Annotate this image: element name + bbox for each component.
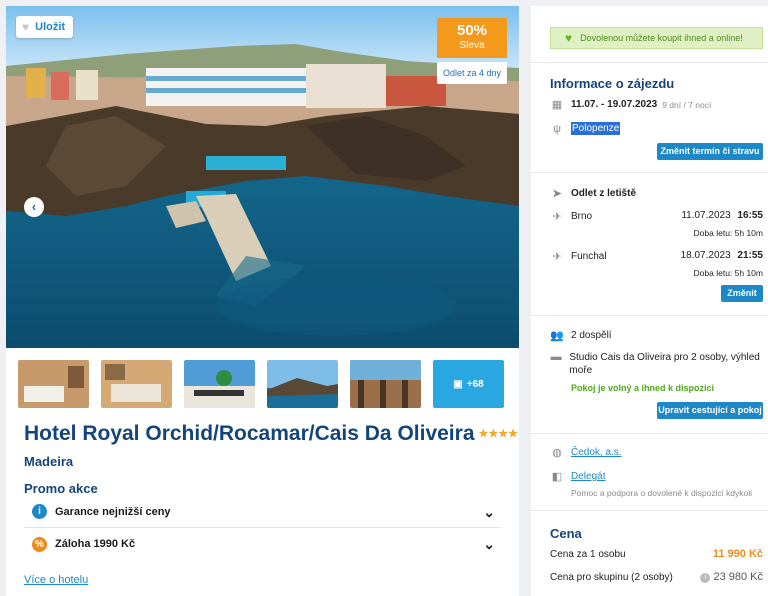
promo-item-price-guarantee[interactable]: i Garance nejnižší ceny ⌄: [24, 496, 501, 528]
hotel-name: Hotel Royal Orchid/Rocamar/Cais Da Olive…: [24, 422, 475, 445]
return-date: 18.07.2023: [680, 250, 731, 261]
price-group-value: 23 980 Kč: [713, 571, 763, 583]
more-photos-count: +68: [466, 378, 484, 390]
divider: [531, 510, 768, 511]
change-flight-button[interactable]: Změnit: [721, 285, 763, 302]
board-type-value: Polopenze: [571, 122, 621, 135]
outbound-time: 16:55: [737, 210, 763, 221]
trip-duration: 9 dní / 7 nocí: [662, 99, 712, 110]
trip-dates: ▦ 11.07. - 19.07.2023 9 dní / 7 nocí: [550, 98, 712, 111]
edit-travellers-room-button[interactable]: Upravit cestující a pokoj: [657, 402, 763, 419]
thumbnail-photo[interactable]: [184, 360, 255, 408]
divider: [531, 315, 768, 316]
outbound-duration: Doba letu: 5h 10m: [693, 228, 763, 238]
departure-badge: Odlet za 4 dny: [437, 62, 507, 84]
price-info-icon[interactable]: i: [700, 573, 711, 583]
thumbnail-strip: ▣ +68: [18, 360, 504, 408]
discount-label: Sleva: [459, 40, 485, 51]
travellers-row: 👥 2 dospělí: [550, 329, 612, 342]
bed-icon: ▬: [550, 351, 562, 363]
price-group-value-wrap: i 23 980 Kč: [700, 571, 763, 583]
booking-sidebar: ♥ Dovolenou můžete koupit ihned a online…: [531, 6, 768, 596]
thumbnail-photo[interactable]: [18, 360, 89, 408]
delegate-note: Pomoc a podpora o dovolené k dispozici k…: [571, 488, 752, 498]
more-photos-button[interactable]: ▣ +68: [433, 360, 504, 408]
flight-title: Odlet z letiště: [571, 188, 637, 199]
delegate-row: ◧ Delegát: [550, 470, 606, 483]
globe-icon: ◍: [552, 447, 562, 459]
price-group-label: Cena pro skupinu (2 osoby): [550, 572, 673, 583]
chevron-down-icon[interactable]: ⌄: [483, 504, 495, 521]
hotel-region: Madeira: [24, 454, 74, 469]
discount-badge: 50% Sleva: [437, 18, 507, 58]
previous-photo-button[interactable]: ‹: [24, 197, 44, 217]
banner-text: Dovolenou můžete koupit ihned a online!: [580, 33, 743, 43]
thumbnail-photo[interactable]: [267, 360, 338, 408]
room-row: ▬ Studio Cais da Oliveira pro 2 osoby, v…: [550, 351, 760, 377]
departure-plane-icon: ✈: [552, 211, 562, 223]
people-icon: 👥: [550, 330, 564, 342]
trip-dates-value: 11.07. - 19.07.2023: [571, 99, 658, 110]
return-duration: Doba letu: 5h 10m: [693, 268, 763, 278]
operator-link[interactable]: Čedok, a.s.: [571, 447, 622, 458]
operator-row: ◍ Čedok, a.s.: [550, 446, 622, 459]
hotel-detail-panel: ♥ Uložit 50% Sleva Odlet za 4 dny ‹ ▣ +6…: [6, 6, 519, 596]
return-time: 21:55: [737, 250, 763, 261]
chevron-down-icon[interactable]: ⌄: [483, 536, 495, 553]
save-label: Uložit: [35, 21, 66, 33]
heart-icon: ♥: [22, 20, 30, 34]
star-rating: ★★★★: [478, 428, 518, 440]
divider: [531, 172, 768, 173]
percent-icon: %: [32, 536, 47, 552]
promo-item-label: Záloha 1990 Kč: [55, 538, 136, 550]
heart-icon: ♥: [565, 31, 573, 45]
info-icon: i: [32, 504, 47, 519]
room-name: Studio Cais da Oliveira pro 2 osoby, výh…: [569, 352, 760, 376]
thumbnail-photo[interactable]: [101, 360, 172, 408]
cutlery-icon: ψ: [553, 122, 561, 135]
delegate-icon: ◧: [551, 471, 563, 483]
delegate-link[interactable]: Delegát: [571, 471, 605, 482]
return-flight: ✈ Funchal: [550, 250, 607, 263]
divider: [531, 433, 768, 434]
promo-item-deposit[interactable]: % Záloha 1990 Kč ⌄: [24, 528, 501, 560]
more-about-hotel-link[interactable]: Více o hotelu: [24, 574, 88, 586]
trip-info-title: Informace o zájezdu: [550, 76, 675, 91]
board-type: ψ Polopenze: [550, 122, 621, 135]
outbound-datetime: 11.07.2023 16:55: [681, 210, 763, 221]
return-datetime: 18.07.2023 21:55: [681, 250, 763, 261]
outbound-flight: ✈ Brno: [550, 210, 592, 223]
discount-percent: 50%: [456, 22, 488, 39]
hotel-title: Hotel Royal Orchid/Rocamar/Cais Da Olive…: [24, 422, 518, 446]
room-availability: Pokoj je volný a ihned k dispozici: [571, 383, 715, 393]
travellers-count: 2 dospělí: [571, 330, 612, 341]
gallery-icon: ▣: [453, 378, 463, 390]
online-purchase-banner: ♥ Dovolenou můžete koupit ihned a online…: [550, 27, 763, 49]
price-per-person-value: 11 990 Kč: [712, 548, 763, 560]
return-city: Funchal: [571, 251, 607, 262]
hero-photo[interactable]: ♥ Uložit 50% Sleva Odlet za 4 dny ‹: [6, 6, 519, 348]
change-date-board-button[interactable]: Změnit termín či stravu: [657, 143, 763, 160]
calendar-icon: ▦: [551, 99, 563, 111]
divider: [531, 62, 768, 63]
flight-title-row: ➤ Odlet z letiště: [550, 187, 636, 200]
outbound-date: 11.07.2023: [681, 210, 731, 221]
promo-item-label: Garance nejnižší ceny: [55, 505, 171, 518]
price-title: Cena: [550, 526, 582, 541]
thumbnail-photo[interactable]: [350, 360, 421, 408]
promo-title: Promo akce: [24, 481, 98, 496]
price-per-person-label: Cena za 1 osobu: [550, 549, 626, 560]
outbound-city: Brno: [571, 211, 593, 222]
plane-icon: ➤: [552, 188, 562, 200]
arrival-plane-icon: ✈: [552, 251, 562, 263]
save-button[interactable]: ♥ Uložit: [16, 16, 74, 38]
